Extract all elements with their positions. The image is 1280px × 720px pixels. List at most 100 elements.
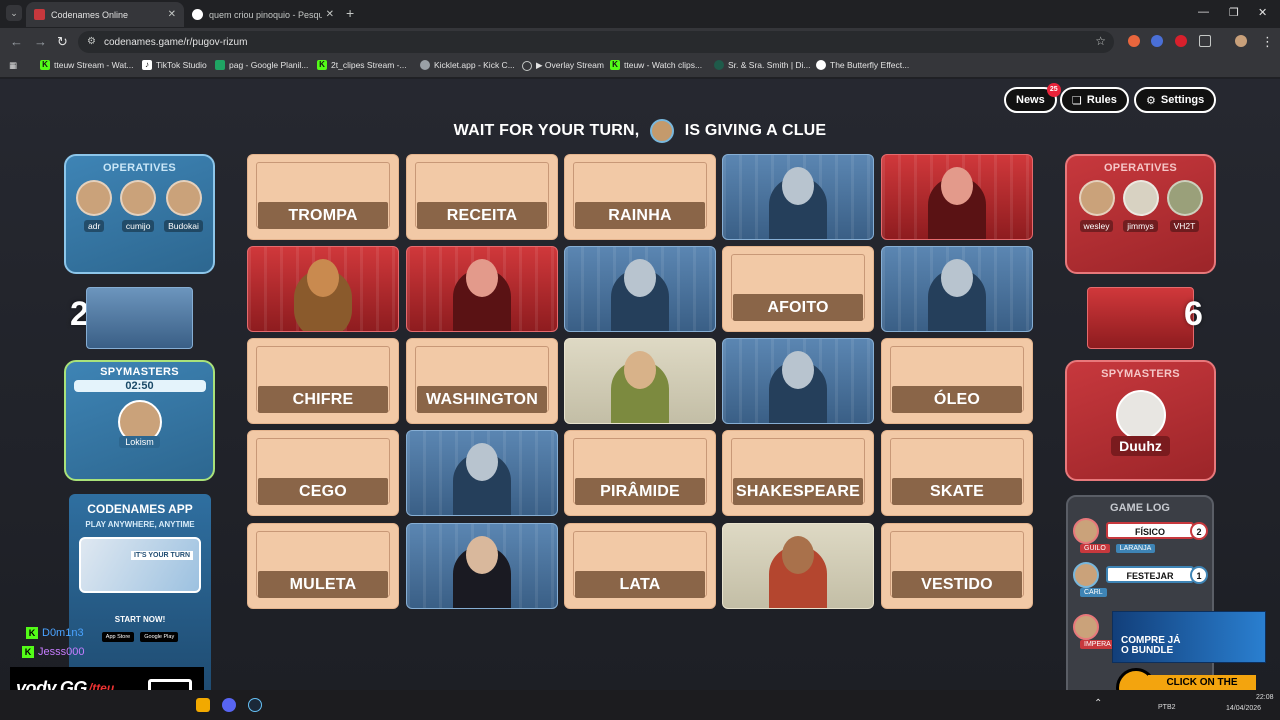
profile-avatar[interactable]: [1235, 35, 1247, 47]
operative-player[interactable]: Budokai: [164, 180, 203, 234]
google-play-badge[interactable]: Google Play: [140, 632, 179, 642]
word-card[interactable]: VESTIDO: [881, 523, 1033, 609]
globe-icon: [522, 60, 532, 71]
bookmark-icon: ❏: [1072, 94, 1082, 107]
back-icon[interactable]: ←: [10, 34, 23, 49]
sheets-icon: [215, 60, 225, 70]
rules-button[interactable]: ❏ Rules: [1060, 87, 1129, 113]
news-button[interactable]: News 25: [1004, 83, 1061, 113]
close-window-icon[interactable]: ✕: [1258, 6, 1267, 19]
bookmark-item[interactable]: The Butterfly Effect...: [816, 60, 909, 70]
extension-icon[interactable]: [1151, 35, 1163, 47]
taskbar-app-icon[interactable]: [196, 698, 210, 712]
reload-icon[interactable]: ↻: [57, 34, 68, 50]
bookmark-item[interactable]: Ktteuw Stream - Wat...: [40, 60, 134, 70]
maximize-icon[interactable]: ❐: [1229, 6, 1239, 19]
bookmark-item[interactable]: Kicklet.app - Kick C...: [420, 60, 515, 70]
windows-taskbar: ⌃: [0, 690, 1280, 720]
avatar: [1078, 180, 1115, 216]
settings-button[interactable]: ⚙ Settings: [1134, 87, 1217, 113]
tab-search-icon[interactable]: ⌄: [6, 5, 22, 21]
word-card[interactable]: WASHINGTON: [406, 338, 558, 424]
kick-icon: K: [22, 646, 34, 658]
keyboard-language[interactable]: PTB2: [1158, 704, 1176, 711]
tab-codenames[interactable]: Codenames Online ✕: [26, 2, 184, 27]
tray-chevron-icon[interactable]: ⌃: [1094, 698, 1102, 709]
sponsor-ad[interactable]: COMPRE JÁ O BUNDLE: [1112, 611, 1266, 663]
operative-player[interactable]: cumijo: [120, 180, 157, 234]
tab-title: quem criou pinoquio - Pesquisa: [209, 9, 322, 20]
word-card[interactable]: SKATE: [881, 430, 1033, 516]
bookmarks-bar: ▦ Ktteuw Stream - Wat... ♪ TikTok Studio …: [0, 56, 1280, 78]
spymaster-avatar: [1115, 390, 1166, 440]
kick-icon: K: [317, 60, 327, 70]
panel-title: OPERATIVES: [102, 162, 177, 174]
panel-title: SPYMASTERS: [100, 366, 179, 378]
revealed-blue-agent-card: [722, 338, 874, 424]
app-promo[interactable]: CODENAMES APP PLAY ANYWHERE, ANYTIME IT'…: [69, 494, 211, 690]
word-card[interactable]: MULETA: [247, 523, 399, 609]
word-card[interactable]: PIRÂMIDE: [564, 430, 716, 516]
chat-message: K D0m1n3: [26, 627, 84, 639]
clue-number: 1: [1190, 566, 1208, 584]
word-card[interactable]: RECEITA: [406, 154, 558, 240]
operative-player[interactable]: wesley: [1078, 180, 1115, 234]
app-store-badge[interactable]: App Store: [101, 632, 135, 642]
start-now-button[interactable]: START NOW!: [69, 615, 211, 624]
revealed-blue-agent-card: [564, 246, 716, 332]
red-spymasters-panel: SPYMASTERS Duuhz: [1065, 360, 1216, 481]
apps-grid-icon[interactable]: ▦: [9, 60, 17, 71]
word-card[interactable]: CEGO: [247, 430, 399, 516]
word-card[interactable]: SHAKESPEARE: [722, 430, 874, 516]
operative-player[interactable]: VH2T: [1166, 180, 1203, 234]
close-icon[interactable]: ✕: [326, 9, 334, 20]
extension-icon[interactable]: [1128, 35, 1140, 47]
avatar: [1166, 180, 1203, 216]
new-tab-icon[interactable]: +: [346, 5, 354, 21]
word-card[interactable]: RAINHA: [564, 154, 716, 240]
menu-dots-icon[interactable]: ⋮: [1261, 34, 1274, 50]
steam-icon[interactable]: [248, 698, 262, 712]
word-card[interactable]: CHIFRE: [247, 338, 399, 424]
minimize-icon[interactable]: —: [1198, 6, 1209, 18]
revealed-blue-agent-card: [722, 154, 874, 240]
turn-timer: 02:50: [73, 380, 206, 392]
bookmark-item[interactable]: Ktteuw - Watch clips...: [610, 60, 702, 70]
close-icon[interactable]: ✕: [168, 9, 176, 20]
site-info-icon[interactable]: ⚙: [87, 36, 96, 47]
bookmark-item[interactable]: K 2t_clipes Stream -...: [317, 60, 407, 70]
operative-player[interactable]: adr: [76, 180, 113, 234]
blue-agent-card-icon: [86, 287, 193, 349]
tab-search[interactable]: quem criou pinoquio - Pesquisa ✕: [184, 2, 342, 27]
codenames-favicon-icon: [34, 9, 45, 20]
word-card[interactable]: ÓLEO: [881, 338, 1033, 424]
log-entry: FESTEJAR 1: [1068, 562, 1212, 588]
bookmark-item[interactable]: ♪ TikTok Studio: [142, 60, 207, 70]
url-input[interactable]: ⚙ codenames.game/r/pugov-rizum ☆: [78, 31, 1114, 53]
clock-date: 14/04/2026: [1226, 705, 1262, 712]
game-log-title: GAME LOG: [1110, 502, 1170, 514]
operative-player[interactable]: jimmys: [1122, 180, 1159, 234]
avatar: [1073, 518, 1099, 544]
revealed-blue-agent-card: [406, 523, 558, 609]
extensions-puzzle-icon[interactable]: [1199, 35, 1211, 47]
word-card[interactable]: AFOITO: [722, 246, 874, 332]
discord-icon[interactable]: [222, 698, 236, 712]
bookmark-item[interactable]: pag - Google Planil...: [215, 60, 308, 70]
extension-icon[interactable]: [1175, 35, 1187, 47]
bookmark-item[interactable]: ▶ Overlay Stream: [522, 60, 604, 71]
red-agent-card-icon: [1087, 287, 1194, 349]
panel-title: OPERATIVES: [1103, 162, 1178, 174]
guess-list: CARL: [1068, 588, 1212, 602]
red-operatives-panel: OPERATIVES wesley jimmys VH2T: [1065, 154, 1216, 274]
bookmark-item[interactable]: Sr. & Sra. Smith | Di...: [714, 60, 811, 70]
kick-icon: K: [610, 60, 620, 70]
forward-icon[interactable]: →: [34, 34, 47, 49]
word-card[interactable]: LATA: [564, 523, 716, 609]
gear-icon: ⚙: [1146, 94, 1156, 107]
news-count-badge: 25: [1046, 83, 1061, 97]
revealed-neutral-card: [564, 338, 716, 424]
clue-word: FÍSICO: [1106, 522, 1194, 539]
word-card[interactable]: TROMPA: [247, 154, 399, 240]
bookmark-star-icon[interactable]: ☆: [1095, 34, 1106, 48]
